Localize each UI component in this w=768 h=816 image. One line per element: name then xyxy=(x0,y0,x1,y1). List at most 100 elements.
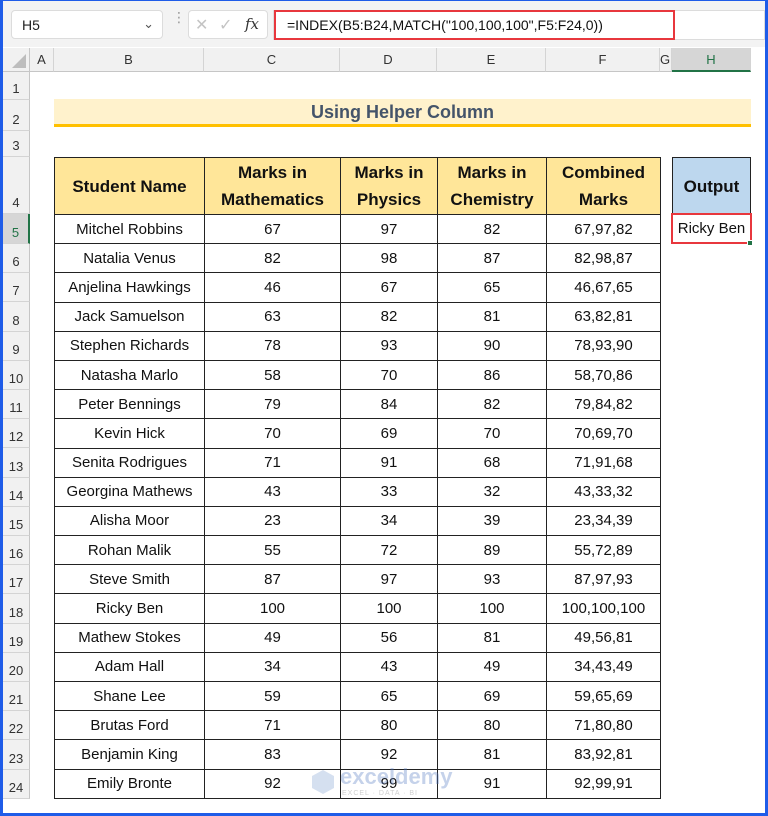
combined-cell[interactable]: 70,69,70 xyxy=(546,418,661,449)
row-header-13[interactable]: 13 xyxy=(3,448,30,478)
physics-cell[interactable]: 43 xyxy=(340,651,438,683)
output-cell-selected[interactable]: Ricky Ben xyxy=(671,213,752,244)
chemistry-cell[interactable]: 80 xyxy=(437,710,547,741)
row-header-20[interactable]: 20 xyxy=(3,652,30,682)
math-cell[interactable]: 79 xyxy=(204,389,341,420)
more-options-icon[interactable]: ⋮ xyxy=(172,10,186,34)
row-header-22[interactable]: 22 xyxy=(3,711,30,741)
student-name-cell[interactable]: Steve Smith xyxy=(54,564,205,595)
chemistry-cell[interactable]: 32 xyxy=(437,476,547,507)
column-header-h[interactable]: H xyxy=(672,48,751,72)
physics-cell[interactable]: 82 xyxy=(340,301,438,332)
combined-cell[interactable]: 67,97,82 xyxy=(546,213,661,245)
column-header-e[interactable]: E xyxy=(437,48,546,72)
row-header-12[interactable]: 12 xyxy=(3,419,30,449)
student-name-cell[interactable]: Rohan Malik xyxy=(54,535,205,566)
physics-cell[interactable]: 84 xyxy=(340,389,438,420)
math-cell[interactable]: 71 xyxy=(204,710,341,741)
combined-cell[interactable]: 49,56,81 xyxy=(546,622,661,653)
physics-cell[interactable]: 99 xyxy=(340,768,438,799)
row-header-11[interactable]: 11 xyxy=(3,390,30,420)
student-name-cell[interactable]: Georgina Mathews xyxy=(54,476,205,507)
student-name-cell[interactable]: Ricky Ben xyxy=(54,593,205,624)
chemistry-cell[interactable]: 91 xyxy=(437,768,547,799)
math-cell[interactable]: 43 xyxy=(204,476,341,507)
student-name-cell[interactable]: Natasha Marlo xyxy=(54,359,205,391)
chemistry-cell[interactable]: 69 xyxy=(437,680,547,712)
math-cell[interactable]: 70 xyxy=(204,418,341,449)
row-header-21[interactable]: 21 xyxy=(3,682,30,712)
row-header-14[interactable]: 14 xyxy=(3,477,30,507)
column-header-b[interactable]: B xyxy=(54,48,204,72)
column-header-a[interactable]: A xyxy=(30,48,54,72)
student-name-cell[interactable]: Mathew Stokes xyxy=(54,622,205,653)
combined-cell[interactable]: 46,67,65 xyxy=(546,272,661,303)
math-cell[interactable]: 55 xyxy=(204,535,341,566)
student-name-cell[interactable]: Stephen Richards xyxy=(54,330,205,361)
row-header-17[interactable]: 17 xyxy=(3,565,30,595)
student-name-cell[interactable]: Anjelina Hawkings xyxy=(54,272,205,303)
enter-icon[interactable]: ✓ xyxy=(219,15,232,35)
math-cell[interactable]: 46 xyxy=(204,272,341,303)
combined-cell[interactable]: 82,98,87 xyxy=(546,243,661,274)
row-header-16[interactable]: 16 xyxy=(3,536,30,566)
student-name-cell[interactable]: Jack Samuelson xyxy=(54,301,205,332)
physics-cell[interactable]: 33 xyxy=(340,476,438,507)
row-header-9[interactable]: 9 xyxy=(3,331,30,361)
chemistry-cell[interactable]: 86 xyxy=(437,359,547,391)
combined-cell[interactable]: 58,70,86 xyxy=(546,359,661,391)
student-name-cell[interactable]: Mitchel Robbins xyxy=(54,213,205,245)
physics-cell[interactable]: 91 xyxy=(340,447,438,478)
physics-cell[interactable]: 100 xyxy=(340,593,438,624)
combined-cell[interactable]: 100,100,100 xyxy=(546,593,661,624)
chemistry-cell[interactable]: 89 xyxy=(437,535,547,566)
chemistry-cell[interactable]: 39 xyxy=(437,505,547,537)
row-header-3[interactable]: 3 xyxy=(3,131,30,157)
student-name-cell[interactable]: Peter Bennings xyxy=(54,389,205,420)
physics-cell[interactable]: 92 xyxy=(340,739,438,770)
student-name-cell[interactable]: Natalia Venus xyxy=(54,243,205,274)
combined-cell[interactable]: 71,80,80 xyxy=(546,710,661,741)
chemistry-cell[interactable]: 87 xyxy=(437,243,547,274)
physics-cell[interactable]: 98 xyxy=(340,243,438,274)
combined-cell[interactable]: 34,43,49 xyxy=(546,651,661,683)
row-header-1[interactable]: 1 xyxy=(3,72,30,100)
student-name-cell[interactable]: Kevin Hick xyxy=(54,418,205,449)
name-box[interactable]: H5 ⌄ xyxy=(11,10,163,39)
row-header-19[interactable]: 19 xyxy=(3,623,30,653)
fill-handle[interactable] xyxy=(747,240,753,246)
student-name-cell[interactable]: Senita Rodrigues xyxy=(54,447,205,478)
physics-cell[interactable]: 65 xyxy=(340,680,438,712)
chemistry-cell[interactable]: 49 xyxy=(437,651,547,683)
row-header-18[interactable]: 18 xyxy=(3,594,30,624)
math-cell[interactable]: 63 xyxy=(204,301,341,332)
physics-cell[interactable]: 72 xyxy=(340,535,438,566)
math-cell[interactable]: 34 xyxy=(204,651,341,683)
chemistry-cell[interactable]: 70 xyxy=(437,418,547,449)
chemistry-cell[interactable]: 81 xyxy=(437,622,547,653)
physics-cell[interactable]: 56 xyxy=(340,622,438,653)
header-math[interactable]: Marks in Mathematics xyxy=(204,157,341,215)
row-header-10[interactable]: 10 xyxy=(3,360,30,390)
chemistry-cell[interactable]: 82 xyxy=(437,213,547,245)
math-cell[interactable]: 49 xyxy=(204,622,341,653)
chemistry-cell[interactable]: 100 xyxy=(437,593,547,624)
math-cell[interactable]: 78 xyxy=(204,330,341,361)
combined-cell[interactable]: 78,93,90 xyxy=(546,330,661,361)
row-header-24[interactable]: 24 xyxy=(3,769,30,799)
combined-cell[interactable]: 87,97,93 xyxy=(546,564,661,595)
physics-cell[interactable]: 80 xyxy=(340,710,438,741)
column-header-g[interactable]: G xyxy=(660,48,672,72)
header-student-name[interactable]: Student Name xyxy=(54,157,205,215)
row-header-23[interactable]: 23 xyxy=(3,740,30,770)
column-header-f[interactable]: F xyxy=(546,48,660,72)
chemistry-cell[interactable]: 68 xyxy=(437,447,547,478)
cancel-icon[interactable]: ✕ xyxy=(195,15,208,35)
math-cell[interactable]: 58 xyxy=(204,359,341,391)
math-cell[interactable]: 87 xyxy=(204,564,341,595)
student-name-cell[interactable]: Benjamin King xyxy=(54,739,205,770)
student-name-cell[interactable]: Alisha Moor xyxy=(54,505,205,537)
chemistry-cell[interactable]: 81 xyxy=(437,739,547,770)
math-cell[interactable]: 59 xyxy=(204,680,341,712)
combined-cell[interactable]: 63,82,81 xyxy=(546,301,661,332)
